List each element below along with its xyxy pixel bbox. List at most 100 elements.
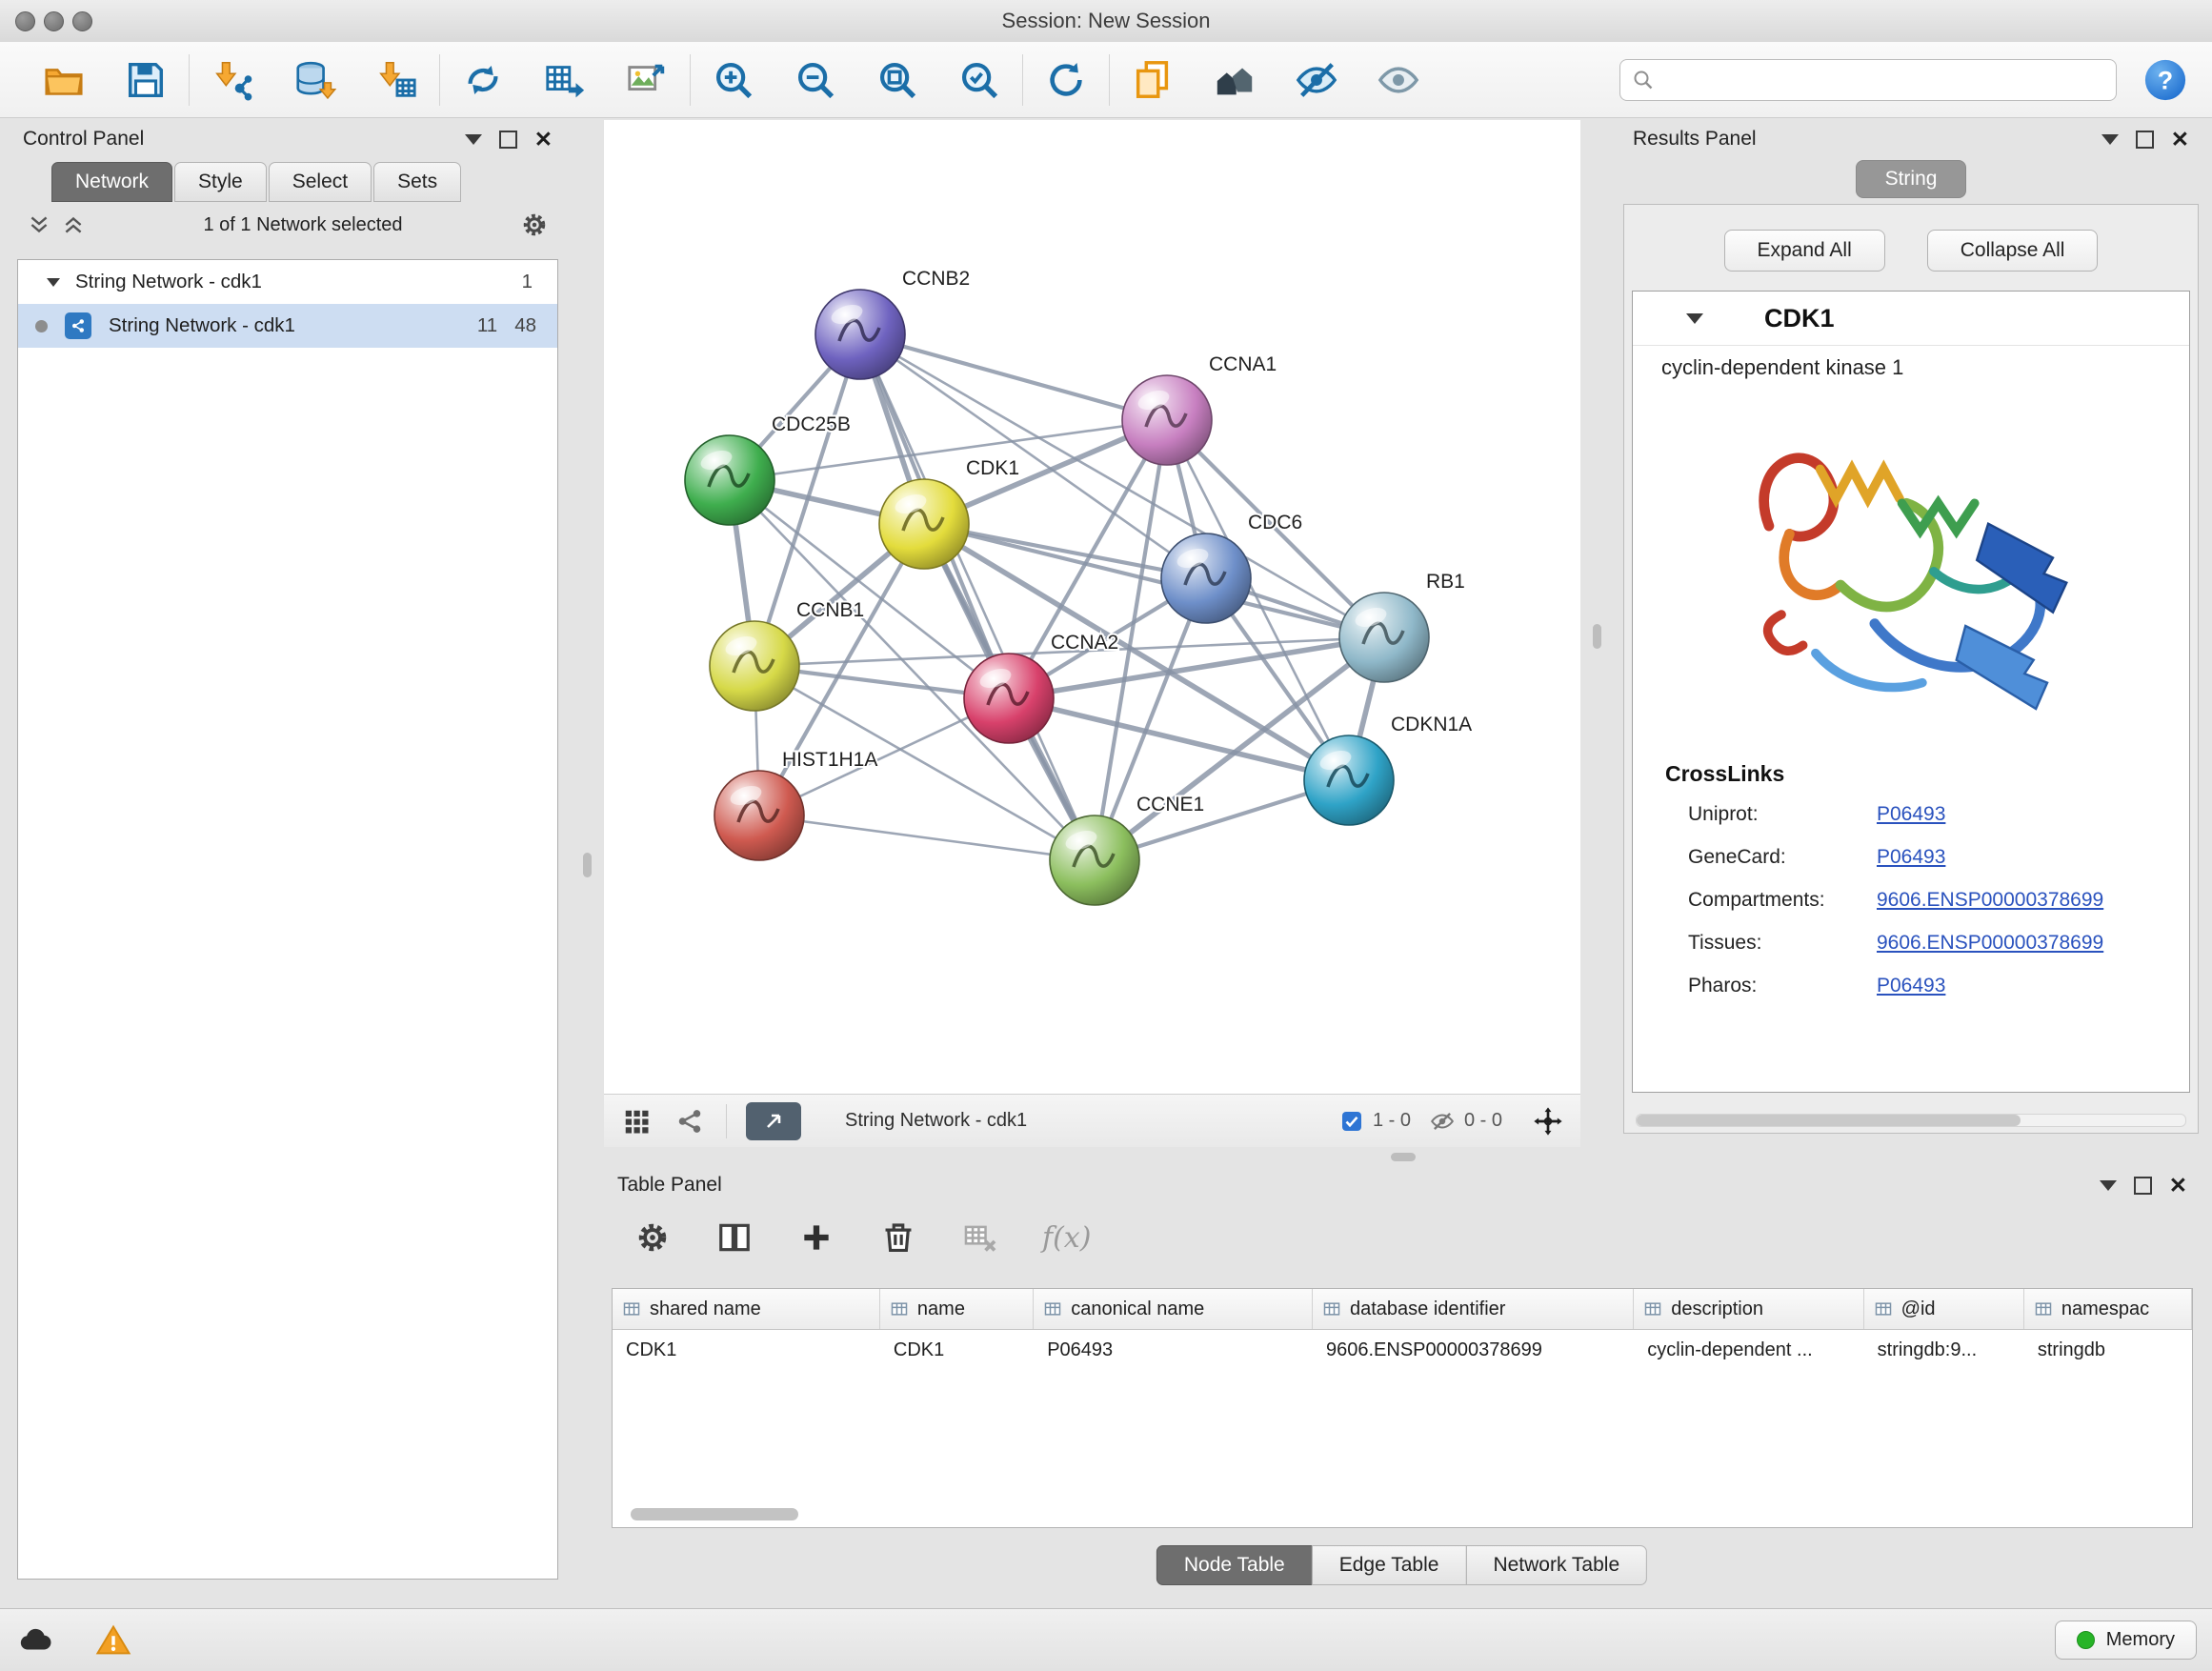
function-builder-icon[interactable]: f(x) — [1042, 1221, 1091, 1255]
fit-selected-crosshair-icon[interactable] — [1531, 1104, 1565, 1138]
tree-expander-icon[interactable] — [47, 278, 60, 287]
column-header-canonical-name[interactable]: canonical name — [1034, 1289, 1313, 1329]
memory-button[interactable]: Memory — [2055, 1621, 2197, 1660]
collapse-all-icon[interactable] — [27, 212, 51, 237]
horizontal-splitter-handle[interactable] — [1391, 1153, 1416, 1161]
warning-icon[interactable] — [93, 1621, 133, 1661]
collapse-panel-icon[interactable] — [2100, 1180, 2117, 1191]
network-node-CCNB1[interactable]: CCNB1 — [710, 599, 864, 711]
crosslink-link[interactable]: P06493 — [1877, 975, 1945, 997]
birdseye-view-icon[interactable] — [619, 1104, 654, 1138]
add-column-icon[interactable] — [796, 1218, 836, 1258]
cloud-status-icon[interactable] — [15, 1621, 55, 1661]
network-row-selected[interactable]: String Network - cdk1 11 48 — [18, 304, 557, 348]
crosslink-link[interactable]: P06493 — [1877, 846, 1945, 869]
vertical-splitter-handle[interactable] — [1593, 624, 1601, 649]
network-edge-CCNB2-CCNE1 — [860, 334, 1095, 860]
network-canvas[interactable]: CCNB2CCNA1CDC25BCDK1CDC6RB1CCNB1CCNA2CDK… — [604, 120, 1580, 1094]
new-network-icon[interactable] — [459, 56, 507, 104]
tab-string[interactable]: String — [1856, 160, 1967, 198]
table-tab-node-table[interactable]: Node Table — [1156, 1545, 1313, 1585]
float-panel-icon[interactable] — [499, 131, 517, 149]
float-panel-icon[interactable] — [2136, 131, 2154, 149]
close-panel-icon[interactable]: ✕ — [2171, 129, 2189, 151]
show-eye-icon[interactable] — [1375, 56, 1422, 104]
zoom-in-icon[interactable] — [710, 56, 757, 104]
close-panel-icon[interactable]: ✕ — [534, 129, 553, 151]
show-columns-icon[interactable] — [714, 1218, 754, 1258]
crosslink-label: Compartments: — [1688, 889, 1877, 912]
results-horizontal-scrollbar[interactable] — [1636, 1114, 2186, 1127]
minimize-window-button[interactable] — [44, 11, 64, 31]
collapse-all-button[interactable]: Collapse All — [1927, 230, 2099, 272]
network-node-CDK1[interactable]: CDK1 — [879, 457, 1019, 569]
control-tab-sets[interactable]: Sets — [373, 162, 461, 202]
column-header-shared-name[interactable]: shared name — [613, 1289, 880, 1329]
table-toolbar: f(x) — [604, 1204, 2201, 1261]
network-options-gear-icon[interactable] — [520, 211, 549, 239]
zoom-selected-icon[interactable] — [955, 56, 1003, 104]
table-horizontal-scrollbar[interactable] — [631, 1508, 798, 1520]
collapse-panel-icon[interactable] — [2101, 134, 2119, 145]
network-node-CDKN1A[interactable]: CDKN1A — [1304, 714, 1472, 825]
delete-column-icon[interactable] — [878, 1218, 918, 1258]
protein-card-header[interactable]: CDK1 — [1633, 292, 2189, 346]
import-table-icon[interactable] — [372, 56, 420, 104]
zoom-out-icon[interactable] — [792, 56, 839, 104]
network-share-icon[interactable] — [673, 1104, 707, 1138]
expand-all-icon[interactable] — [61, 212, 86, 237]
delete-table-icon[interactable] — [960, 1218, 1000, 1258]
network-node-RB1[interactable]: RB1 — [1339, 571, 1465, 682]
column-header-database-identifier[interactable]: database identifier — [1313, 1289, 1634, 1329]
export-image-icon[interactable] — [623, 56, 671, 104]
search-box[interactable] — [1619, 59, 2117, 101]
home-icon[interactable] — [1211, 56, 1258, 104]
crosslink-link[interactable]: 9606.ENSP00000378699 — [1877, 932, 2103, 955]
maximize-window-button[interactable] — [72, 11, 92, 31]
card-expander-icon[interactable] — [1686, 313, 1703, 324]
import-network-database-icon[interactable] — [291, 56, 338, 104]
network-node-CCNA1[interactable]: CCNA1 — [1122, 353, 1277, 465]
hide-eye-icon[interactable] — [1293, 56, 1340, 104]
column-header-@id[interactable]: @id — [1864, 1289, 2024, 1329]
hidden-eye-icon[interactable] — [1430, 1109, 1455, 1134]
column-header-description[interactable]: description — [1634, 1289, 1863, 1329]
help-icon[interactable]: ? — [2143, 58, 2187, 102]
zoom-fit-icon[interactable] — [874, 56, 921, 104]
table-tab-network-table[interactable]: Network Table — [1465, 1545, 1647, 1585]
copy-document-icon[interactable] — [1129, 56, 1176, 104]
memory-status-dot — [2077, 1631, 2095, 1649]
network-collection-row[interactable]: String Network - cdk1 1 — [18, 260, 557, 304]
crosslink-link[interactable]: P06493 — [1877, 803, 1945, 826]
network-node-HIST1H1A[interactable]: HIST1H1A — [714, 749, 877, 860]
export-table-icon[interactable] — [541, 56, 589, 104]
network-node-CCNB2[interactable]: CCNB2 — [815, 268, 970, 379]
import-network-file-icon[interactable] — [209, 56, 256, 104]
expand-all-button[interactable]: Expand All — [1724, 230, 1885, 272]
vertical-splitter-handle[interactable] — [583, 853, 592, 877]
float-panel-icon[interactable] — [2134, 1177, 2152, 1195]
close-panel-icon[interactable]: ✕ — [2169, 1175, 2187, 1197]
column-header-name[interactable]: name — [880, 1289, 1034, 1329]
search-input[interactable] — [1662, 68, 2104, 91]
close-window-button[interactable] — [15, 11, 35, 31]
control-tab-style[interactable]: Style — [174, 162, 267, 202]
table-tab-edge-table[interactable]: Edge Table — [1312, 1545, 1467, 1585]
network-node-CDC25B[interactable]: CDC25B — [685, 413, 851, 525]
refresh-icon[interactable] — [1042, 56, 1090, 104]
node-label-RB1: RB1 — [1426, 571, 1465, 593]
network-node-CDC6[interactable]: CDC6 — [1161, 512, 1302, 623]
selected-checkbox-icon[interactable] — [1340, 1110, 1363, 1133]
open-in-new-window-button[interactable] — [746, 1102, 801, 1140]
control-tab-network[interactable]: Network — [51, 162, 172, 202]
control-tab-select[interactable]: Select — [269, 162, 372, 202]
node-label-CCNE1: CCNE1 — [1136, 794, 1204, 815]
column-header-namespac[interactable]: namespac — [2024, 1289, 2192, 1329]
save-session-icon[interactable] — [122, 56, 170, 104]
network-view[interactable]: CCNB2CCNA1CDC25BCDK1CDC6RB1CCNB1CCNA2CDK… — [604, 120, 1580, 1094]
crosslink-link[interactable]: 9606.ENSP00000378699 — [1877, 889, 2103, 912]
open-session-icon[interactable] — [40, 56, 88, 104]
table-settings-gear-icon[interactable] — [633, 1218, 673, 1258]
collapse-panel-icon[interactable] — [465, 134, 482, 145]
table-row[interactable]: CDK1CDK1P064939606.ENSP00000378699cyclin… — [613, 1330, 2192, 1370]
